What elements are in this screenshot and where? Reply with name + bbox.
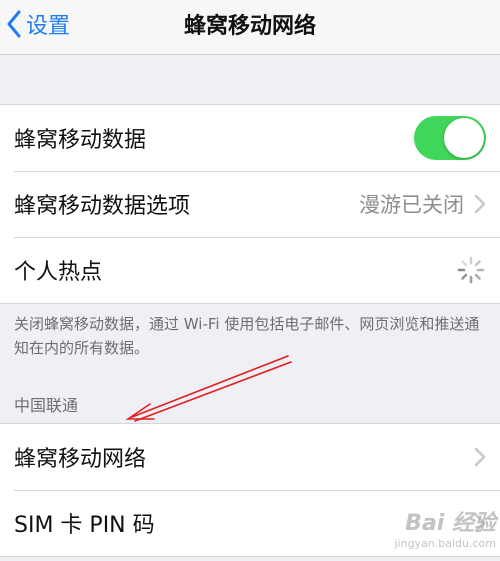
carrier-section-header: 中国联通 <box>14 396 79 415</box>
cellular-data-toggle[interactable] <box>414 116 486 160</box>
cellular-data-footnote: 关闭蜂窝移动数据，通过 Wi-Fi 使用包括电子邮件、网页浏览和推送通知在内的所… <box>14 315 480 357</box>
navigation-bar: 设置 蜂窝移动网络 <box>0 0 500 55</box>
cellular-data-label: 蜂窝移动数据 <box>14 128 147 153</box>
watermark-logo: Bai 经验 <box>405 511 496 536</box>
chevron-right-icon <box>474 194 486 214</box>
cellular-network-label: 蜂窝移动网络 <box>14 447 147 472</box>
sim-pin-label: SIM 卡 PIN 码 <box>14 513 155 538</box>
loading-spinner-icon <box>456 255 486 285</box>
baidu-watermark: Bai 经验 jingyan.baidu.com <box>346 505 496 555</box>
roaming-status-value: 漫游已关闭 <box>359 193 464 217</box>
cellular-network-row[interactable]: 蜂窝移动网络 <box>0 424 500 490</box>
cellular-data-row: 蜂窝移动数据 <box>0 105 500 171</box>
cellular-data-options-row[interactable]: 蜂窝移动数据选项 漫游已关闭 <box>0 171 500 237</box>
cellular-data-options-label: 蜂窝移动数据选项 <box>14 194 191 219</box>
personal-hotspot-label: 个人热点 <box>14 260 103 285</box>
chevron-right-icon <box>474 447 486 467</box>
page-title: 蜂窝移动网络 <box>183 14 316 39</box>
toggle-knob <box>444 118 484 158</box>
cellular-settings-group: 蜂窝移动数据 蜂窝移动数据选项 漫游已关闭 个人热点 <box>0 104 500 304</box>
personal-hotspot-row[interactable]: 个人热点 <box>0 237 500 303</box>
watermark-url: jingyan.baidu.com <box>394 537 496 550</box>
